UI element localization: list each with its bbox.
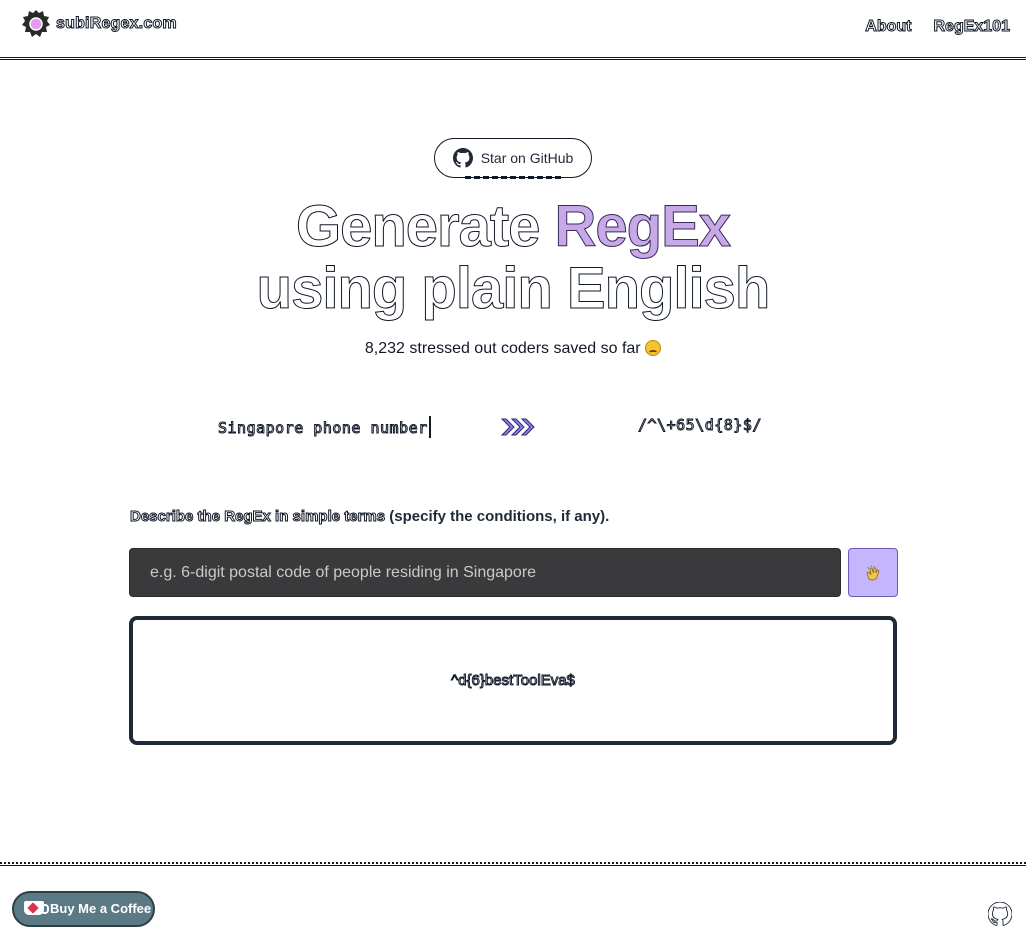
coffee-cup-icon <box>24 901 49 915</box>
angry-face-icon <box>645 340 662 356</box>
clap-icon <box>866 564 880 580</box>
github-icon <box>452 148 473 168</box>
hero-accent: RegEx <box>554 194 732 259</box>
nav-regex101-link[interactable]: RegEx101 <box>933 18 1010 36</box>
site-header: subiRegex.com About RegEx101 <box>0 0 1026 60</box>
demo-input-value: Singapore phone number <box>218 419 428 438</box>
prompt-label-main: Describe the RegEx in simple terms <box>129 508 386 526</box>
star-button-label: Star on GitHub <box>480 150 574 166</box>
regex-description-input[interactable] <box>129 548 841 597</box>
logo-link[interactable]: subiRegex.com <box>20 8 177 40</box>
demo-input-text: Singapore phone number <box>218 416 431 438</box>
nav-about-link[interactable]: About <box>865 18 912 36</box>
logo-icon <box>22 10 50 37</box>
hero-line1-prefix: Generate <box>295 194 555 259</box>
hero-line2: using plain English <box>256 256 771 321</box>
chevrons-right-icon <box>500 418 535 436</box>
counter-text: 8,232 stressed out coders saved so far <box>364 340 641 357</box>
regex-output-text: ^d{6}bestToolEva$ <box>451 672 576 690</box>
star-on-github-button[interactable]: Star on GitHub <box>434 138 592 179</box>
hero-heading: Generate RegEx using plain English <box>0 194 1026 321</box>
saved-counter: 8,232 stressed out coders saved so far <box>0 340 1026 358</box>
top-nav: About RegEx101 <box>865 18 1011 36</box>
regex-output-box[interactable]: ^d{6}bestToolEva$ <box>129 616 897 745</box>
buy-me-a-coffee-button[interactable]: Buy Me a Coffee <box>12 891 155 927</box>
demo-output-regex: /^\+65\d{8}$/ <box>638 416 762 435</box>
generate-button[interactable] <box>848 548 898 597</box>
prompt-label: Describe the RegEx in simple terms (spec… <box>129 508 610 526</box>
prompt-label-hint: (specify the conditions, if any). <box>389 508 610 525</box>
footer-github-icon[interactable] <box>988 902 1012 926</box>
coffee-button-label: Buy Me a Coffee <box>50 901 152 916</box>
logo-text: subiRegex.com <box>56 15 178 33</box>
footer-divider <box>0 862 1026 866</box>
text-cursor <box>428 416 431 438</box>
